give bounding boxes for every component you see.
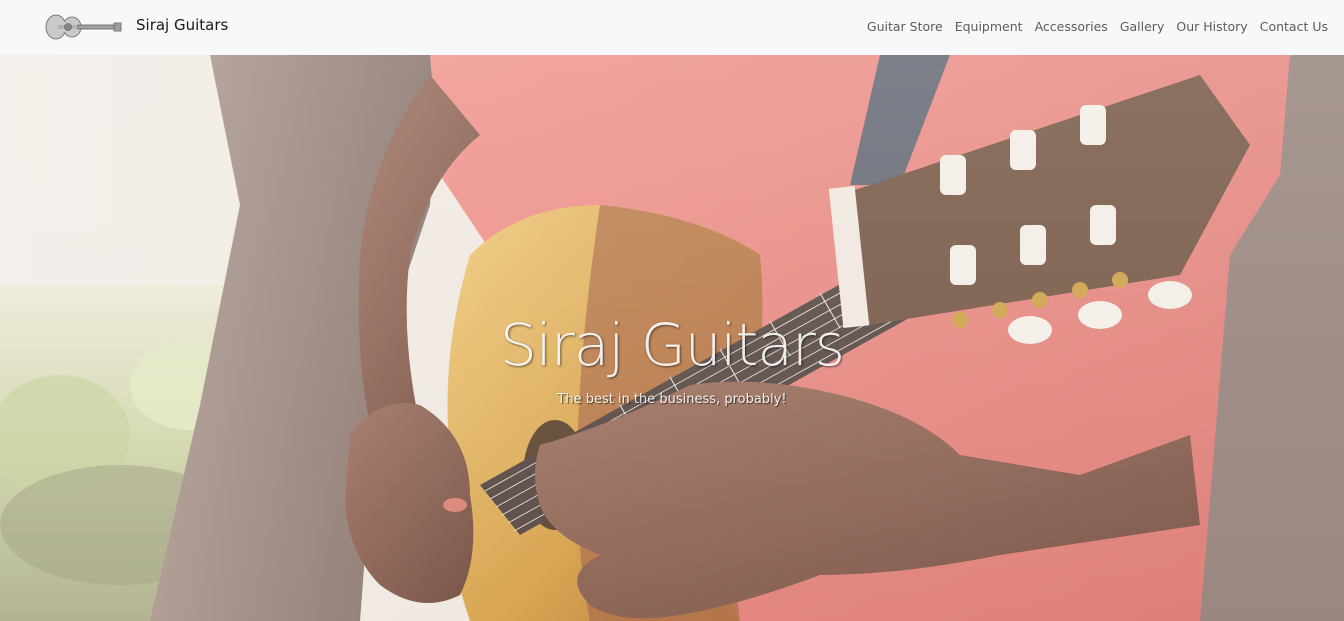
hero-banner: Siraj Guitars The best in the business, … <box>0 55 1344 621</box>
hero-title: Siraj Guitars <box>499 311 845 379</box>
nav-item-guitar-store[interactable]: Guitar Store <box>867 19 943 34</box>
brand-link[interactable]: Siraj Guitars <box>136 16 228 34</box>
nav-item-accessories[interactable]: Accessories <box>1035 19 1108 34</box>
nav-item-gallery[interactable]: Gallery <box>1120 19 1165 34</box>
guitar-logo-icon[interactable] <box>44 10 122 44</box>
navbar: Siraj Guitars Guitar Store Equipment Acc… <box>0 0 1344 55</box>
nav-item-our-history[interactable]: Our History <box>1176 19 1247 34</box>
nav-item-contact-us[interactable]: Contact Us <box>1260 19 1328 34</box>
hero-subtitle: The best in the business, probably! <box>557 392 787 407</box>
nav-menu: Guitar Store Equipment Accessories Galle… <box>867 19 1328 34</box>
nav-item-equipment[interactable]: Equipment <box>955 19 1023 34</box>
